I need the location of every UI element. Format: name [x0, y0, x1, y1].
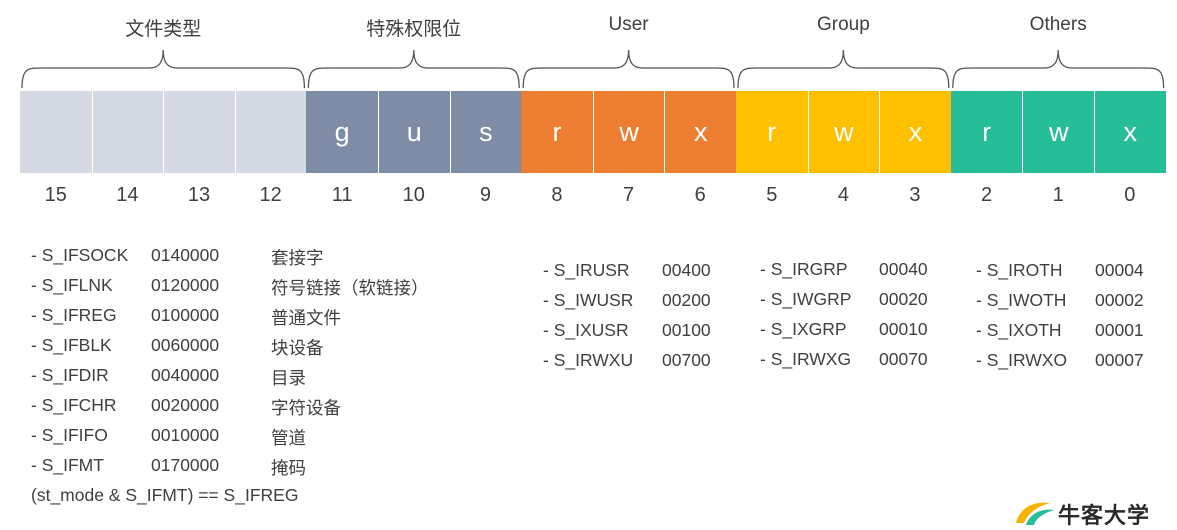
group-perm-name: - S_IWGRP [760, 289, 852, 309]
user-perm-value: 00100 [662, 320, 711, 340]
bit-number: 8 [551, 184, 563, 206]
bit-number: 4 [837, 184, 849, 206]
file-type-desc: 套接字 [271, 248, 324, 268]
file-type-name: - S_IFIFO [31, 425, 108, 445]
other-perm-value: 00002 [1095, 290, 1144, 310]
bit-number: 13 [187, 184, 211, 206]
user-perm-value: 00400 [662, 260, 711, 280]
file-type-desc: 符号链接（软链接） [271, 278, 429, 298]
group-perm-value: 00020 [879, 289, 928, 309]
group-perm-name: - S_IRWXG [760, 349, 852, 369]
bit-number: 15 [44, 184, 67, 206]
file-type-name: - S_IFLNK [31, 275, 113, 295]
brace-others [952, 49, 1165, 89]
logo-text: 牛客大学 [1058, 503, 1151, 528]
bit-number: 7 [623, 184, 635, 206]
file-type-name: - S_IFBLK [31, 335, 112, 355]
bit-number: 14 [116, 184, 139, 206]
file-type-desc: 目录 [271, 368, 306, 388]
bit-cell-special: u [378, 91, 450, 173]
bit-cell-group: x [879, 91, 951, 173]
mode-expression: (st_mode & S_IFMT) == S_IFREG [31, 485, 299, 505]
brace-special [307, 49, 520, 89]
other-perm-name: - S_IXOTH [976, 320, 1062, 340]
group-perm-value: 00040 [879, 259, 928, 279]
user-perm-name: - S_IXUSR [543, 320, 629, 340]
group-label-file-type: 文件类型 [125, 19, 202, 40]
file-type-value: 0120000 [151, 275, 220, 295]
group-perm-name: - S_IXGRP [760, 319, 847, 339]
bit-cell-group: w [807, 91, 880, 173]
user-perm-name: - S_IRUSR [543, 260, 630, 280]
file-type-value: 0170000 [151, 455, 220, 475]
bit-number: 6 [694, 184, 706, 206]
file-type-name: - S_IFSOCK [31, 245, 129, 265]
group-perm-name: - S_IRGRP [760, 259, 848, 279]
bit-number: 5 [766, 184, 778, 206]
other-perm-name: - S_IROTH [976, 260, 1063, 280]
bit-cell-file-type [163, 91, 235, 173]
bit-cell-special: g [306, 91, 378, 173]
other-perm-value: 00004 [1095, 260, 1144, 280]
file-type-desc: 掩码 [271, 458, 306, 478]
file-type-value: 0040000 [151, 365, 220, 385]
bit-cell-user: r [521, 91, 593, 173]
file-type-value: 0100000 [151, 305, 220, 325]
bit-cell-user: w [592, 91, 665, 173]
bit-number: 10 [402, 184, 425, 206]
other-perm-name: - S_IRWXO [976, 350, 1068, 370]
bit-cell-others: x [1094, 91, 1166, 173]
file-type-desc: 字符设备 [271, 398, 341, 418]
brace-group [737, 49, 950, 89]
group-perm-value: 00070 [879, 349, 928, 369]
bit-number: 0 [1124, 184, 1136, 206]
file-type-value: 0060000 [151, 335, 220, 355]
file-type-value: 0140000 [151, 245, 220, 265]
bit-cell-user: x [664, 91, 736, 173]
bit-number: 1 [1052, 184, 1064, 206]
user-perm-value: 00200 [662, 290, 711, 310]
group-label-group: Group [816, 14, 870, 35]
file-type-name: - S_IFREG [31, 305, 117, 325]
file-type-value: 0010000 [151, 425, 220, 445]
file-type-desc: 普通文件 [271, 308, 341, 328]
bit-cell-group: r [736, 91, 808, 173]
brace-file-type [21, 49, 306, 89]
bit-cell-others: w [1022, 91, 1094, 173]
bit-number: 9 [479, 184, 491, 206]
file-type-desc: 块设备 [271, 338, 324, 358]
file-type-value: 0020000 [151, 395, 220, 415]
group-label-special: 特殊权限位 [366, 19, 462, 40]
file-type-desc: 管道 [271, 428, 306, 448]
other-perm-value: 00007 [1095, 350, 1144, 370]
user-perm-name: - S_IRWXU [543, 350, 634, 370]
file-type-name: - S_IFCHR [31, 395, 117, 415]
brace-user [522, 49, 735, 89]
group-label-others: Others [1029, 14, 1087, 35]
group-label-user: User [608, 14, 649, 35]
user-perm-name: - S_IWUSR [543, 290, 634, 310]
bit-number: 11 [331, 184, 353, 206]
bit-cell-file-type [91, 91, 164, 173]
other-perm-name: - S_IWOTH [976, 290, 1067, 310]
bit-cell-special: s [449, 91, 522, 173]
group-perm-value: 00010 [879, 319, 928, 339]
bit-cell-file-type [234, 91, 307, 173]
other-perm-value: 00001 [1095, 320, 1144, 340]
file-type-name: - S_IFMT [31, 455, 104, 475]
bit-cell-file-type [20, 91, 92, 173]
file-type-name: - S_IFDIR [31, 365, 109, 385]
user-perm-value: 00700 [662, 350, 711, 370]
bit-number: 12 [259, 184, 282, 206]
bit-cell-others: r [950, 91, 1023, 173]
bit-number: 2 [981, 184, 993, 206]
bit-number: 3 [909, 184, 921, 206]
